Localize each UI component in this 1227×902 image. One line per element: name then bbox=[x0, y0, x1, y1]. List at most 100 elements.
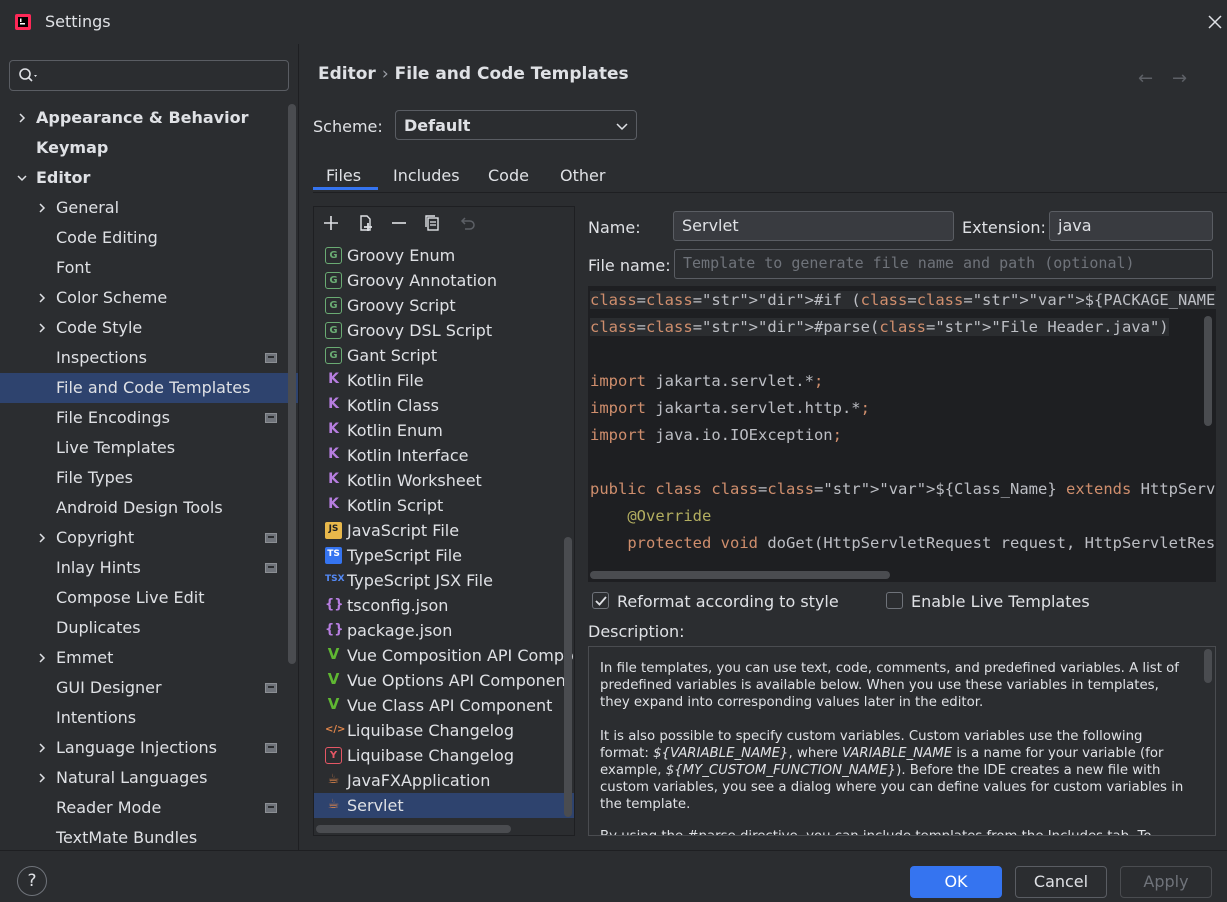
chevron-down-icon[interactable] bbox=[16, 172, 28, 184]
sidebar-item[interactable]: Copyright bbox=[0, 523, 298, 553]
sidebar-item[interactable]: Appearance & Behavior bbox=[0, 103, 298, 133]
settings-sidebar: Appearance & Behavior Keymap Editor General… bbox=[0, 44, 299, 850]
sidebar-item[interactable]: Inspections bbox=[0, 343, 298, 373]
template-list-item[interactable]: K Kotlin Enum bbox=[314, 418, 574, 443]
back-arrow-icon[interactable]: ← bbox=[1138, 68, 1153, 89]
sidebar-item[interactable]: Keymap bbox=[0, 133, 298, 163]
breadcrumb-current: File and Code Templates bbox=[394, 64, 629, 84]
sidebar-item[interactable]: Font bbox=[0, 253, 298, 283]
sidebar-item[interactable]: GUI Designer bbox=[0, 673, 298, 703]
add-icon[interactable] bbox=[321, 213, 341, 233]
filename-input[interactable]: Template to generate file name and path … bbox=[674, 249, 1213, 279]
sidebar-item[interactable]: Editor bbox=[0, 163, 298, 193]
sidebar-item[interactable]: Code Editing bbox=[0, 223, 298, 253]
sidebar-item[interactable]: Emmet bbox=[0, 643, 298, 673]
template-list-item[interactable]: JS JavaScript File bbox=[314, 518, 574, 543]
reformat-label[interactable]: Reformat according to style bbox=[617, 592, 839, 611]
template-list-item[interactable]: G Groovy Annotation bbox=[314, 268, 574, 293]
tab-code[interactable]: Code bbox=[488, 166, 529, 185]
code-line: @Override bbox=[627, 507, 712, 525]
template-list-item[interactable]: ☕ Servlet bbox=[314, 793, 574, 818]
chevron-right-icon[interactable] bbox=[36, 532, 48, 544]
sidebar-item[interactable]: TextMate Bundles bbox=[0, 823, 298, 850]
template-list-item[interactable]: K Kotlin Script bbox=[314, 493, 574, 518]
create-child-template-icon[interactable] bbox=[356, 213, 376, 233]
template-list-item[interactable]: V Vue Composition API Component bbox=[314, 643, 574, 668]
sidebar-item[interactable]: General bbox=[0, 193, 298, 223]
sidebar-item[interactable]: File Types bbox=[0, 463, 298, 493]
sidebar-item[interactable]: File and Code Templates bbox=[0, 373, 298, 403]
template-label: Kotlin Script bbox=[347, 496, 444, 515]
extension-input[interactable]: java bbox=[1049, 211, 1213, 241]
search-input[interactable] bbox=[9, 60, 289, 91]
sidebar-item[interactable]: Intentions bbox=[0, 703, 298, 733]
template-list-item[interactable]: V Vue Options API Component bbox=[314, 668, 574, 693]
chevron-right-icon[interactable] bbox=[36, 742, 48, 754]
description-scrollbar[interactable] bbox=[1204, 649, 1212, 683]
template-list-item[interactable]: K Kotlin Interface bbox=[314, 443, 574, 468]
ok-button[interactable]: OK bbox=[910, 866, 1002, 898]
live-templates-checkbox[interactable] bbox=[886, 592, 903, 609]
template-list-item[interactable]: </> Liquibase Changelog bbox=[314, 718, 574, 743]
template-list-item[interactable]: ☕ JavaFXApplication bbox=[314, 768, 574, 793]
sidebar-scrollbar[interactable] bbox=[288, 104, 296, 664]
description-paragraph: In file templates, you can use text, cod… bbox=[600, 661, 1179, 710]
editor-scrollbar[interactable] bbox=[1204, 316, 1212, 426]
template-list-scrollbar[interactable] bbox=[564, 537, 572, 817]
breadcrumb-parent[interactable]: Editor bbox=[318, 64, 376, 84]
template-list-item[interactable]: Y Liquibase Changelog bbox=[314, 743, 574, 768]
forward-arrow-icon[interactable]: → bbox=[1172, 68, 1187, 89]
chevron-right-icon[interactable] bbox=[16, 112, 28, 124]
template-list-item[interactable]: K Kotlin Worksheet bbox=[314, 468, 574, 493]
template-list-item[interactable]: G Groovy DSL Script bbox=[314, 318, 574, 343]
chevron-right-icon[interactable] bbox=[36, 772, 48, 784]
project-scope-icon bbox=[265, 683, 277, 693]
tab-other[interactable]: Other bbox=[560, 166, 605, 185]
sidebar-item[interactable]: Language Injections bbox=[0, 733, 298, 763]
template-list-hscrollbar[interactable] bbox=[316, 825, 511, 833]
name-input[interactable]: Servlet bbox=[673, 211, 954, 241]
apply-button[interactable]: Apply bbox=[1120, 866, 1212, 898]
sidebar-item[interactable]: Code Style bbox=[0, 313, 298, 343]
chevron-right-icon[interactable] bbox=[36, 652, 48, 664]
sidebar-item[interactable]: File Encodings bbox=[0, 403, 298, 433]
sidebar-item[interactable]: Color Scheme bbox=[0, 283, 298, 313]
template-list-item[interactable]: G Gant Script bbox=[314, 343, 574, 368]
template-list-item[interactable]: V Vue Class API Component bbox=[314, 693, 574, 718]
copy-icon[interactable] bbox=[422, 213, 442, 233]
template-list-item[interactable]: K Kotlin File bbox=[314, 368, 574, 393]
scheme-dropdown[interactable]: Default bbox=[395, 110, 637, 140]
template-list-item[interactable]: {} package.json bbox=[314, 618, 574, 643]
sidebar-item[interactable]: Inlay Hints bbox=[0, 553, 298, 583]
chevron-right-icon[interactable] bbox=[36, 322, 48, 334]
sidebar-item[interactable]: Android Design Tools bbox=[0, 493, 298, 523]
sidebar-item[interactable]: Compose Live Edit bbox=[0, 583, 298, 613]
template-list-item[interactable]: K Kotlin Class bbox=[314, 393, 574, 418]
cancel-button[interactable]: Cancel bbox=[1015, 866, 1107, 898]
sidebar-item[interactable]: Natural Languages bbox=[0, 763, 298, 793]
help-icon[interactable]: ? bbox=[17, 866, 47, 896]
chevron-right-icon[interactable] bbox=[36, 202, 48, 214]
kotlin-icon: K bbox=[328, 421, 339, 437]
template-label: TypeScript File bbox=[347, 546, 463, 565]
editor-hscrollbar[interactable] bbox=[590, 571, 890, 579]
close-icon[interactable] bbox=[1204, 11, 1226, 33]
live-templates-label[interactable]: Enable Live Templates bbox=[911, 592, 1090, 611]
template-list-item[interactable]: TSX TypeScript JSX File bbox=[314, 568, 574, 593]
name-label: Name: bbox=[588, 218, 641, 237]
template-code-editor[interactable]: class=class="str">"dir">#if (class=class… bbox=[588, 286, 1216, 582]
sidebar-item[interactable]: Live Templates bbox=[0, 433, 298, 463]
sidebar-item[interactable]: Duplicates bbox=[0, 613, 298, 643]
template-list-item[interactable]: {} tsconfig.json bbox=[314, 593, 574, 618]
template-list-item[interactable]: TS TypeScript File bbox=[314, 543, 574, 568]
chevron-right-icon[interactable] bbox=[36, 292, 48, 304]
sidebar-item-label: Keymap bbox=[36, 138, 109, 157]
remove-icon[interactable] bbox=[389, 213, 409, 233]
sidebar-item[interactable]: Reader Mode bbox=[0, 793, 298, 823]
reformat-checkbox[interactable] bbox=[592, 592, 609, 609]
tab-files[interactable]: Files bbox=[326, 166, 361, 185]
template-label: Kotlin Class bbox=[347, 396, 439, 415]
template-list-item[interactable]: G Groovy Enum bbox=[314, 243, 574, 268]
tab-includes[interactable]: Includes bbox=[393, 166, 460, 185]
template-list-item[interactable]: G Groovy Script bbox=[314, 293, 574, 318]
